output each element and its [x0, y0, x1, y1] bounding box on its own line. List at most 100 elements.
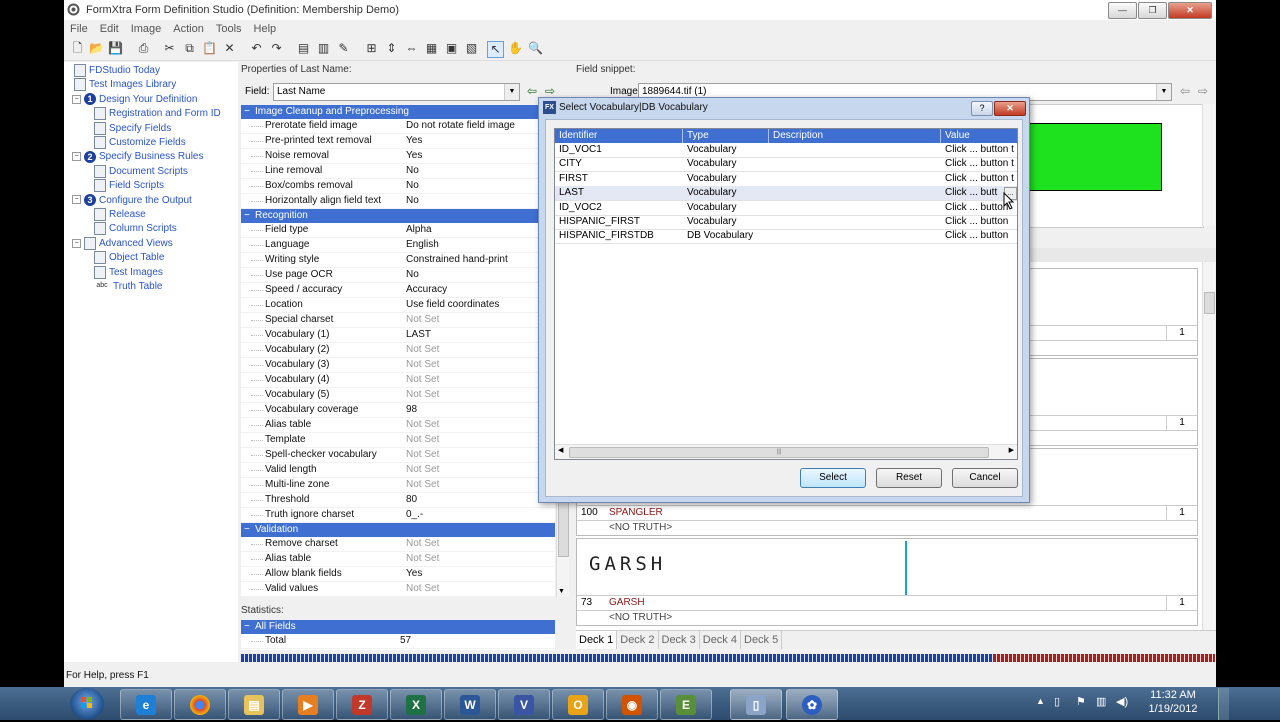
tree-item[interactable]: Column Scripts	[94, 222, 177, 236]
taskbar-excel[interactable]: X	[390, 689, 442, 720]
scroll-down-arrow-icon[interactable]: ▼	[558, 588, 565, 595]
property-row[interactable]: Pre-printed text removal Yes	[241, 134, 555, 149]
property-category[interactable]: Image Cleanup and Preprocessing	[241, 105, 555, 119]
dialog-close-button[interactable]: ✕	[994, 101, 1026, 116]
zoom-icon[interactable]: 🔍	[528, 41, 543, 56]
show-hidden-icons-icon[interactable]: ▲	[1036, 696, 1045, 706]
taskbar-word[interactable]: W	[444, 689, 496, 720]
snippet-scrollbar[interactable]	[1202, 104, 1215, 226]
scroll-thumb[interactable]: |||	[569, 447, 989, 458]
previous-image-arrow-icon[interactable]: ⇦	[1180, 84, 1190, 98]
property-row[interactable]: Writing style Constrained hand-print	[241, 253, 555, 268]
table-row[interactable]: FIRST Vocabulary Click ... button t	[555, 172, 1017, 187]
tree-item[interactable]: − Advanced Views	[72, 236, 173, 251]
property-value[interactable]: 98	[406, 403, 417, 417]
delete-icon[interactable]: ✕	[222, 41, 237, 56]
property-row[interactable]: Vocabulary (5) Not Set	[241, 388, 555, 403]
property-category[interactable]: Recognition	[241, 209, 555, 223]
cancel-button[interactable]: Cancel	[952, 468, 1018, 488]
tree-item[interactable]: Release	[94, 208, 146, 222]
table-row[interactable]: ID_VOC1 Vocabulary Click ... button t	[555, 143, 1017, 158]
chevron-down-icon[interactable]: ▼	[1156, 84, 1171, 100]
table-row[interactable]: ID_VOC2 Vocabulary Click ... button	[555, 201, 1017, 216]
property-row[interactable]: Speed / accuracy Accuracy	[241, 283, 555, 298]
tab-deck-3[interactable]: Deck 3	[659, 631, 700, 649]
tree-item[interactable]: −3 Configure the Output	[72, 193, 192, 208]
previous-field-arrow-icon[interactable]: ⇦	[527, 84, 537, 98]
pan-hand-icon[interactable]: ✋	[508, 41, 523, 56]
table-row[interactable]: HISPANIC_FIRSTDB DB Vocabulary Click ... b…	[555, 229, 1017, 245]
scroll-right-arrow-icon[interactable]: ▶	[1009, 446, 1014, 454]
menu-edit[interactable]: Edit	[94, 20, 125, 38]
property-value[interactable]: No	[406, 164, 419, 178]
taskbar-internet-explorer[interactable]: e	[120, 689, 172, 720]
help-button[interactable]: ?	[971, 101, 993, 116]
minimize-button[interactable]: —	[1108, 2, 1137, 19]
column-description[interactable]: Description	[769, 129, 941, 143]
property-value[interactable]: Alpha	[406, 223, 432, 237]
tree-item[interactable]: Object Table	[94, 251, 164, 265]
property-value[interactable]: Not Set	[406, 313, 439, 327]
tray-document-icon[interactable]: ▯	[1054, 695, 1060, 708]
copy-icon[interactable]: ⧉	[182, 41, 197, 56]
properties-icon[interactable]: ▥	[316, 41, 331, 56]
taskbar-formxtra-helper[interactable]: ▯	[730, 689, 782, 720]
fit-page-icon[interactable]: ⊞	[364, 41, 379, 56]
menu-tools[interactable]: Tools	[210, 20, 248, 38]
property-row[interactable]: Language English	[241, 238, 555, 253]
property-value[interactable]: No	[406, 179, 419, 193]
property-row[interactable]: Truth ignore charset 0_.-	[241, 508, 555, 523]
property-row[interactable]: Vocabulary coverage 98	[241, 403, 555, 418]
new-icon[interactable]: 🗋	[70, 41, 85, 56]
property-row[interactable]: Box/combs removal No	[241, 179, 555, 194]
scroll-left-arrow-icon[interactable]: ◀	[558, 446, 563, 454]
tree-item[interactable]: −1 Design Your Definition	[72, 93, 197, 107]
system-clock[interactable]: 11:32 AM 1/19/2012	[1140, 688, 1206, 716]
menu-file[interactable]: File	[64, 20, 94, 38]
table-horizontal-scrollbar[interactable]: ◀ ||| ▶	[555, 444, 1017, 459]
tab-deck-1[interactable]: Deck 1	[576, 631, 618, 649]
tree-item[interactable]: Specify Fields	[94, 121, 171, 136]
property-value[interactable]: Not Set	[406, 373, 439, 387]
collapse-icon[interactable]: −	[72, 152, 81, 162]
property-value[interactable]: Yes	[406, 134, 422, 148]
taskbar-outlook[interactable]: O	[552, 689, 604, 720]
layers-icon[interactable]: ▧	[464, 41, 479, 56]
property-category[interactable]: Validation	[241, 523, 555, 537]
redo-icon[interactable]: ↷	[269, 41, 284, 56]
grid-icon[interactable]: ▦	[424, 41, 439, 56]
table-row[interactable]: HISPANIC_FIRST Vocabulary Click ... button	[555, 215, 1017, 230]
property-row[interactable]: Valid length Not Set	[241, 463, 555, 478]
field-dropdown[interactable]: Last Name ▼	[273, 83, 520, 101]
property-value[interactable]: Constrained hand-print	[406, 253, 508, 267]
tree-item[interactable]: Field Scripts	[94, 179, 164, 193]
property-row[interactable]: Multi-line zone Not Set	[241, 478, 555, 493]
property-row[interactable]: Valid values Not Set	[241, 582, 555, 597]
property-row[interactable]: Threshold 80	[241, 493, 555, 508]
select-button[interactable]: Select	[800, 468, 866, 488]
tab-deck-4[interactable]: Deck 4	[700, 631, 741, 649]
property-row[interactable]: Spell-checker vocabulary Not Set	[241, 448, 555, 463]
restore-button[interactable]: ❐	[1138, 2, 1167, 19]
property-row[interactable]: Vocabulary (1) LAST	[241, 328, 555, 343]
print-icon[interactable]: ⎙	[136, 41, 151, 56]
property-row[interactable]: Alias table Not Set	[241, 418, 555, 433]
property-row[interactable]: Use page OCR No	[241, 268, 555, 283]
property-value[interactable]: Not Set	[406, 343, 439, 357]
property-value[interactable]: Not Set	[406, 537, 439, 551]
property-row[interactable]: Allow blank fields Yes	[241, 567, 555, 582]
align-icon[interactable]: ▤	[296, 41, 311, 56]
fit-height-icon[interactable]: ⇕	[384, 41, 399, 56]
tab-deck-5[interactable]: Deck 5	[741, 631, 783, 649]
taskbar-explorer[interactable]: ▤	[228, 689, 280, 720]
taskbar-chrome[interactable]	[174, 689, 226, 720]
volume-icon[interactable]: ◀)	[1116, 695, 1128, 708]
property-row[interactable]: Vocabulary (3) Not Set	[241, 358, 555, 373]
property-row[interactable]: Special charset Not Set	[241, 313, 555, 328]
property-value[interactable]: Not Set	[406, 478, 439, 492]
fit-width-icon[interactable]: ⇔	[404, 41, 419, 56]
tree-item[interactable]: FDStudio Today	[74, 64, 160, 78]
close-button[interactable]: ✕	[1168, 2, 1212, 19]
property-value[interactable]: 80	[406, 493, 417, 507]
property-row[interactable]: Horizontally align field text No	[241, 194, 555, 209]
